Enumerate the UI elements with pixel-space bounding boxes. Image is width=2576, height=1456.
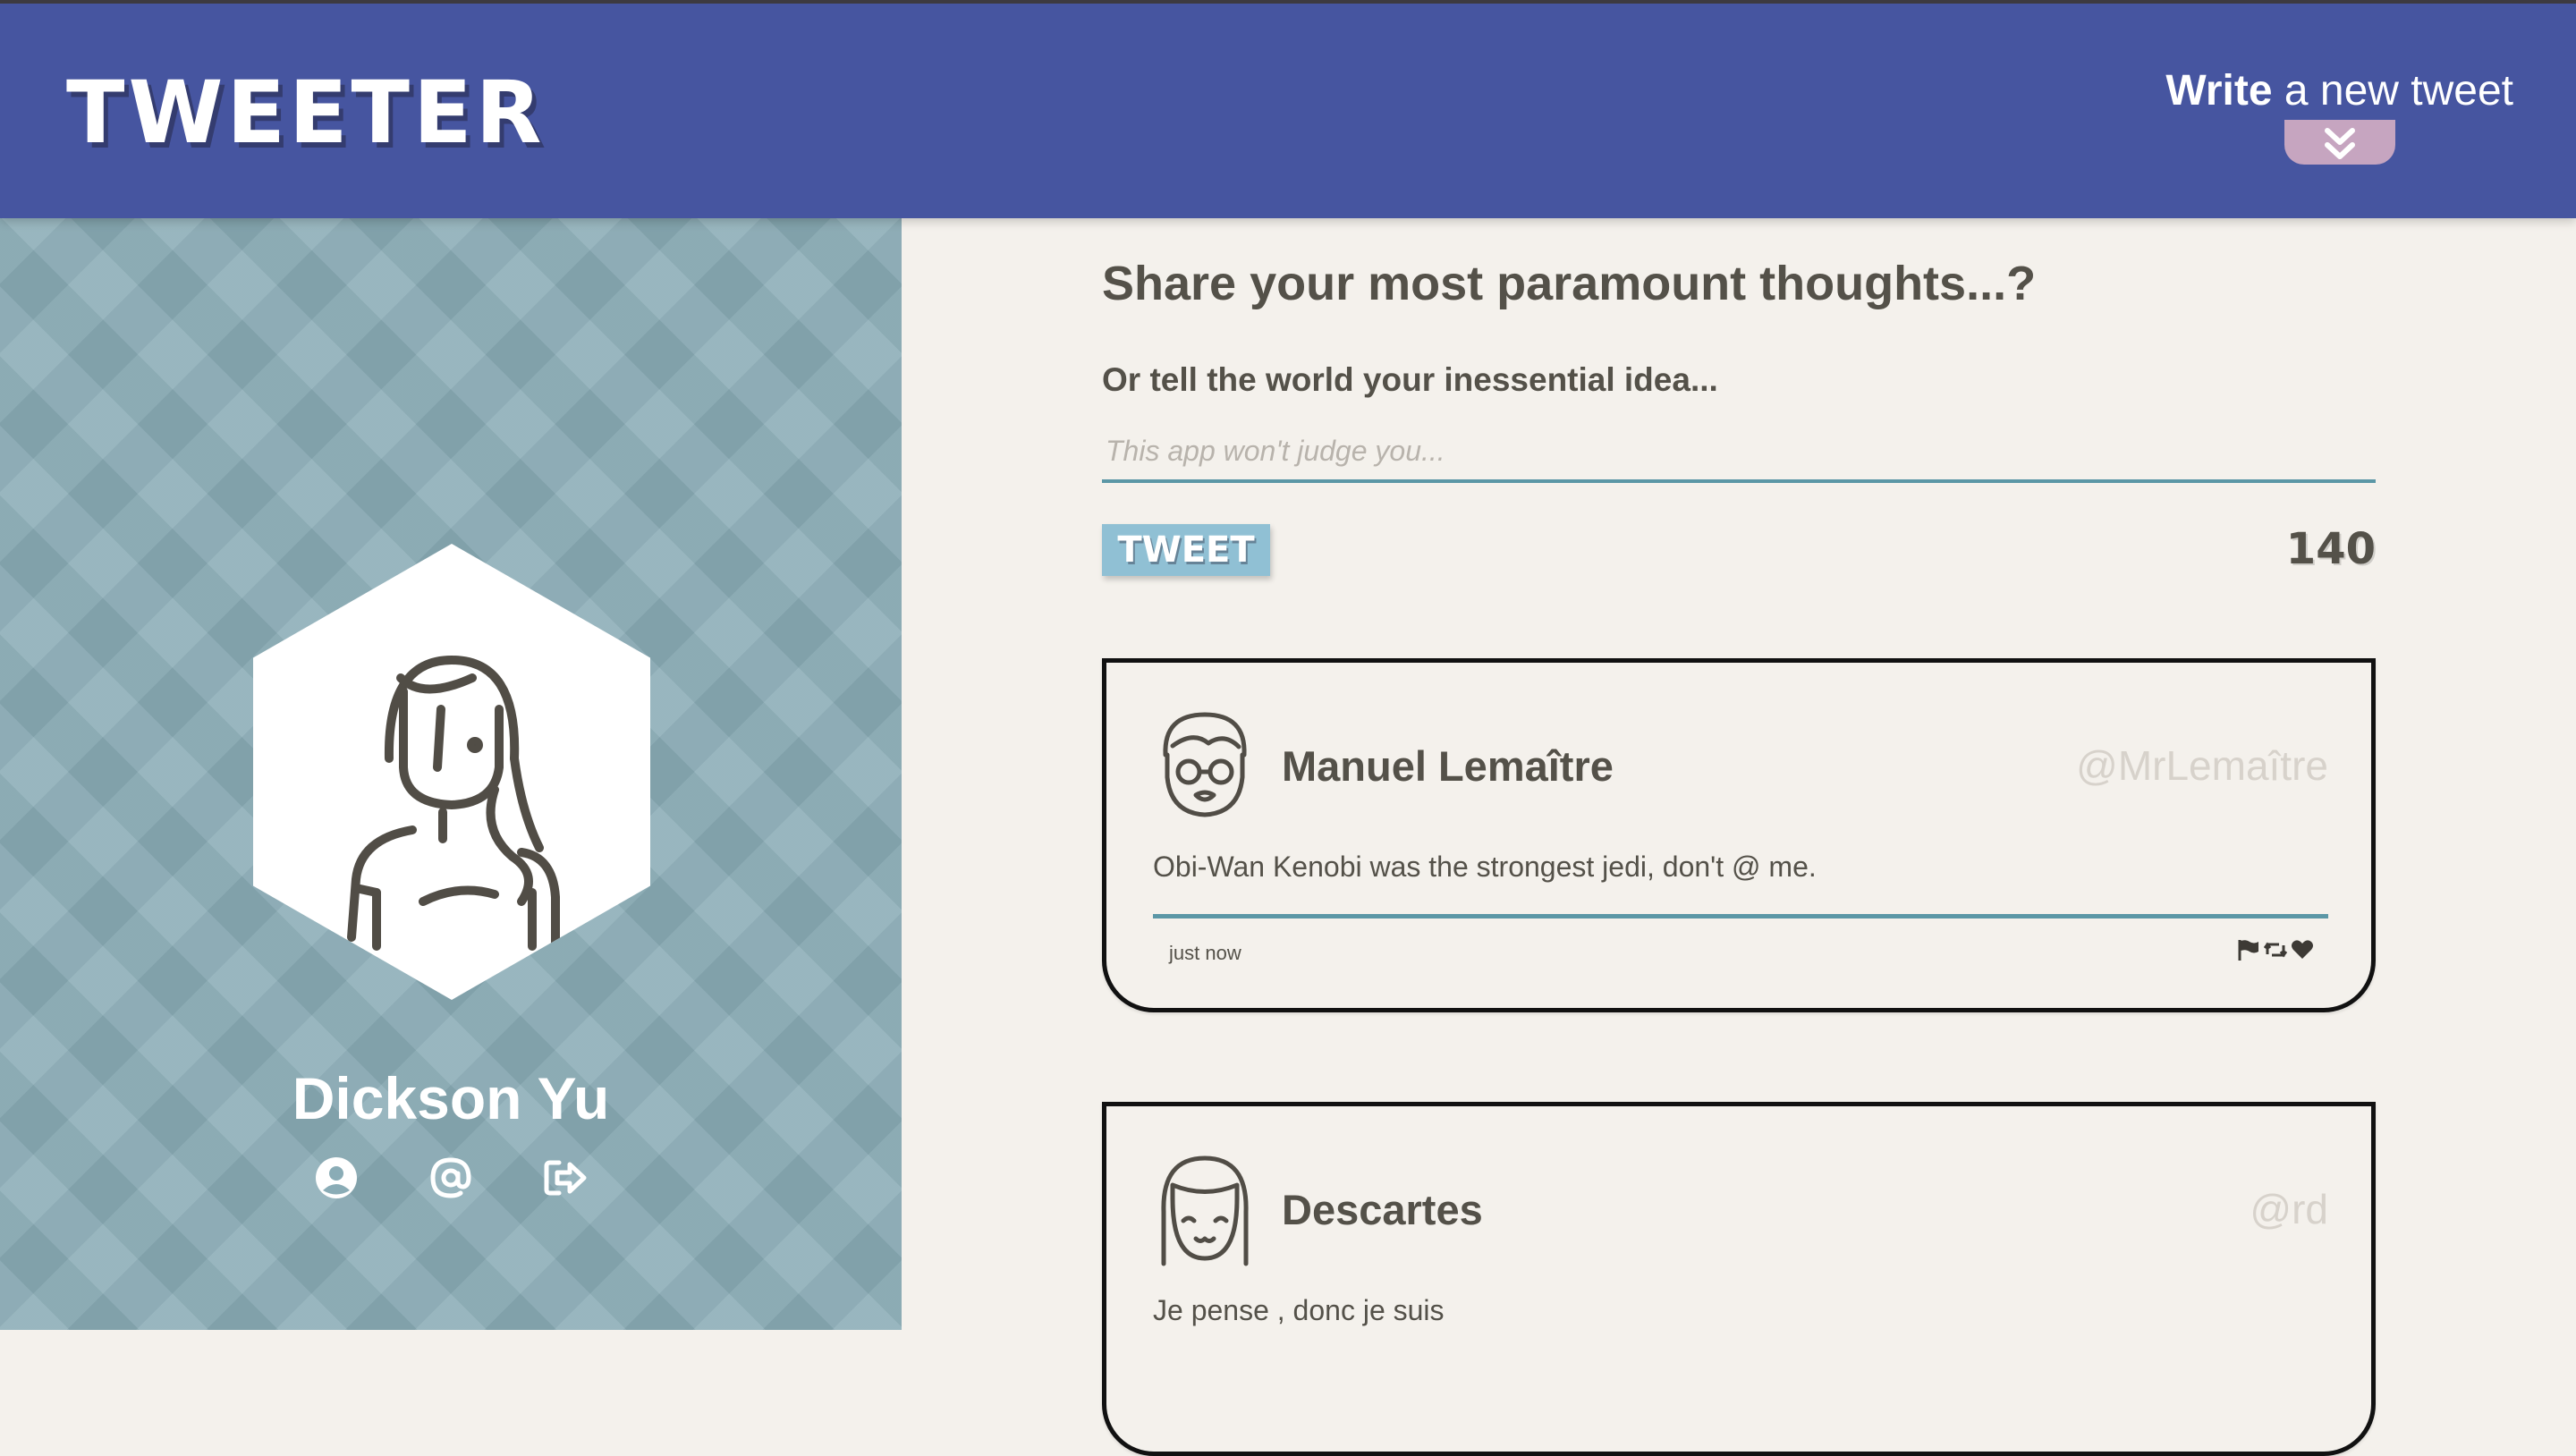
tweet-avatar	[1161, 1155, 1249, 1266]
tweet-author-name: Descartes	[1282, 1186, 1483, 1233]
user-circle-icon[interactable]	[314, 1155, 359, 1200]
tweet-actions	[2237, 938, 2314, 961]
compose-title: Share your most paramount thoughts...?	[1102, 257, 2037, 310]
profile-user-name: Dickson Yu	[292, 1065, 610, 1131]
compose-toggle-button[interactable]	[2284, 120, 2395, 165]
tweet-body: Obi-Wan Kenobi was the strongest jedi, d…	[1153, 851, 1817, 883]
tweet-card: Descartes @rd Je pense , donc je suis	[1102, 1102, 2376, 1456]
tweet-author-handle: @MrLemaître	[2076, 742, 2328, 789]
profile-avatar-frame	[253, 544, 650, 1000]
brand-logo: TWEETER	[66, 63, 546, 163]
tweet-avatar	[1163, 712, 1247, 817]
heart-icon[interactable]	[2291, 938, 2314, 961]
tweet-submit-button[interactable]: TWEET	[1102, 524, 1270, 576]
char-counter: 140	[2285, 524, 2376, 574]
at-icon[interactable]	[428, 1155, 473, 1200]
compose-toggle[interactable]: Write a new tweet	[2165, 70, 2513, 165]
tweet-author-name: Manuel Lemaître	[1282, 742, 1614, 790]
sign-out-icon[interactable]	[543, 1155, 588, 1200]
compose-toggle-rest[interactable]: a new tweet	[2273, 67, 2513, 114]
tweet-body: Je pense , donc je suis	[1153, 1294, 1445, 1326]
profile-avatar	[347, 656, 560, 951]
tweet-author-handle: @rd	[2250, 1186, 2328, 1232]
tweet-divider	[1153, 914, 2328, 918]
compose-toggle-bold[interactable]: Write	[2165, 67, 2272, 114]
tweet-card: Manuel Lemaître @MrLemaître Obi-Wan Keno…	[1102, 658, 2376, 1012]
compose-label: Or tell the world your inessential idea.…	[1102, 361, 1718, 398]
compose-toggle-label[interactable]: Write a new tweet	[2165, 70, 2513, 113]
double-chevron-down-icon[interactable]	[2322, 126, 2358, 162]
flag-icon[interactable]	[2237, 938, 2260, 961]
tweet-timestamp: just now	[1169, 942, 1241, 964]
top-nav-bar: TWEETER Write a new tweet	[0, 0, 2576, 218]
profile-sidebar: Dickson Yu	[0, 218, 902, 1330]
profile-actions	[0, 1155, 902, 1200]
main-feed: Share your most paramount thoughts...? O…	[902, 218, 2576, 1456]
tweet-input[interactable]	[1102, 422, 2376, 483]
retweet-icon[interactable]	[2263, 938, 2288, 961]
